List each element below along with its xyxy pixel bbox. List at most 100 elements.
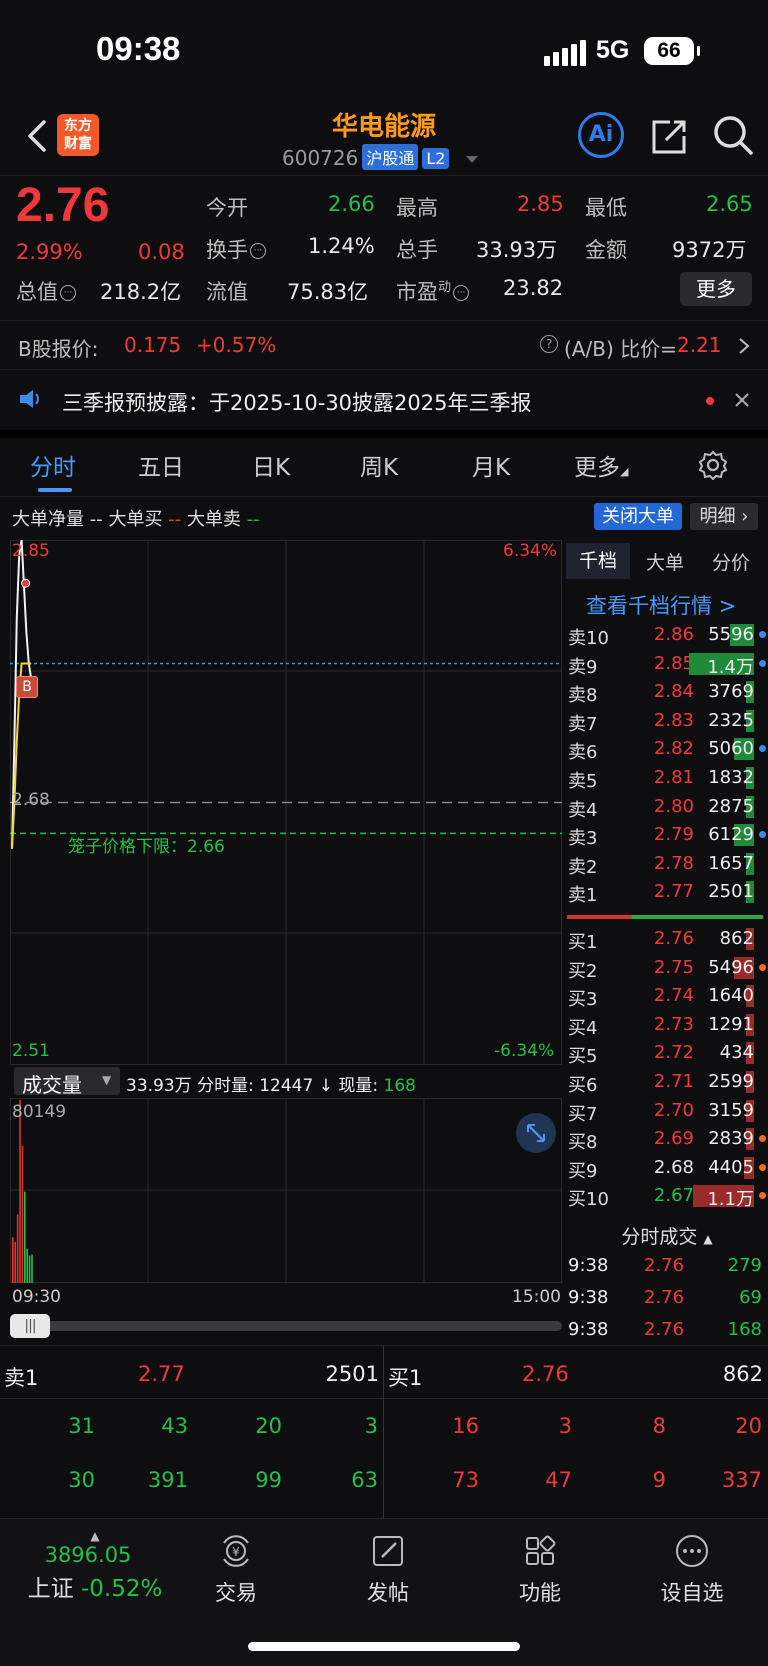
dropdown-caret-icon[interactable] bbox=[465, 156, 478, 163]
info-icon[interactable]: ··· bbox=[60, 285, 76, 301]
pe-label[interactable]: 市盈动 ··· bbox=[396, 276, 470, 306]
intraday-price-chart[interactable] bbox=[10, 540, 562, 1065]
stock-code-line[interactable]: 600726 沪股通 L2 bbox=[282, 144, 478, 170]
buy-point-marker[interactable]: B bbox=[16, 676, 38, 698]
caret-up-icon: ▲ bbox=[703, 1232, 713, 1246]
more-button[interactable]: 更多 bbox=[680, 272, 752, 306]
level-label: 买5 bbox=[568, 1046, 598, 1068]
change-pct: 2.99% bbox=[16, 240, 83, 264]
bid-level-10[interactable]: 买10 2.67 1.1万 bbox=[566, 1183, 768, 1211]
bid-level-6[interactable]: 买6 2.71 2599 bbox=[566, 1069, 768, 1097]
minute-vol-label: 分时量: bbox=[197, 1076, 254, 1096]
ask-level-6[interactable]: 卖5 2.81 1832 bbox=[566, 765, 768, 793]
level-volume: 434 bbox=[719, 1042, 754, 1064]
ask-level-3[interactable]: 卖8 2.84 3769 bbox=[566, 679, 768, 707]
ai-button[interactable]: Ai bbox=[578, 112, 624, 158]
level-volume: 5596 bbox=[708, 624, 754, 645]
nav-trade[interactable]: ¥ 交易 bbox=[186, 1531, 286, 1607]
level-label: 卖8 bbox=[568, 685, 598, 707]
queue-order-volume: 63 bbox=[351, 1468, 378, 1492]
nav-watchlist[interactable]: 设自选 bbox=[642, 1531, 742, 1607]
cage-lower-label: 笼子价格下限：2.66 bbox=[68, 837, 225, 857]
level-price: 2.71 bbox=[653, 1071, 694, 1092]
nav-post[interactable]: 发帖 bbox=[338, 1531, 438, 1607]
info-icon[interactable]: ··· bbox=[453, 285, 470, 301]
expand-icon[interactable] bbox=[516, 1113, 556, 1153]
ab-ratio-label: (A/B) 比价= bbox=[564, 337, 677, 361]
tab-daily-k[interactable]: 日K bbox=[252, 448, 290, 482]
level-label: 卖9 bbox=[568, 656, 598, 678]
b-share-price: 0.175 bbox=[124, 333, 182, 357]
ask-level-1[interactable]: 卖10 2.86 5596 bbox=[566, 622, 768, 650]
bid-level-5[interactable]: 买5 2.72 434 bbox=[566, 1040, 768, 1068]
tick-trades-header[interactable]: 分时成交 ▲ bbox=[566, 1222, 768, 1249]
b-share-bar[interactable]: B股报价: 0.175 +0.57% ? (A/B) 比价= 2.21 bbox=[0, 321, 768, 370]
queue-order-volume: 20 bbox=[735, 1414, 762, 1438]
close-icon[interactable] bbox=[734, 392, 750, 408]
notice-bar[interactable]: 三季报预披露：于2025-10-30披露2025年三季报 bbox=[0, 370, 768, 438]
bid1-price: 2.76 bbox=[522, 1362, 569, 1386]
tab-big-order[interactable]: 大单 bbox=[646, 548, 684, 575]
trade-point[interactable] bbox=[21, 578, 31, 588]
close-big-order-button[interactable]: 关闭大单 bbox=[594, 503, 682, 530]
ask-level-2[interactable]: 卖9 2.85 1.4万 bbox=[566, 651, 768, 679]
search-icon[interactable] bbox=[712, 114, 754, 156]
tab-price-dist[interactable]: 分价 bbox=[712, 548, 750, 575]
volume-chart[interactable] bbox=[10, 1098, 562, 1283]
timeline-scrollbar[interactable] bbox=[10, 1321, 562, 1331]
level-label: 卖4 bbox=[568, 799, 598, 821]
turnover-label[interactable]: 换手 ··· bbox=[206, 234, 266, 264]
bid-level-9[interactable]: 买9 2.68 4405 bbox=[566, 1155, 768, 1183]
settings-gear-icon[interactable] bbox=[698, 450, 728, 480]
level-tag: L2 bbox=[422, 148, 450, 169]
bid-level-8[interactable]: 买8 2.69 2839 bbox=[566, 1126, 768, 1154]
tick-time: 9:38 bbox=[568, 1255, 609, 1276]
ask-level-7[interactable]: 卖4 2.80 2875 bbox=[566, 794, 768, 822]
hgt-tag: 沪股通 bbox=[362, 144, 419, 170]
detail-button[interactable]: 明细 › bbox=[690, 503, 758, 530]
level-price: 2.78 bbox=[653, 852, 694, 874]
index-widget[interactable]: ▲ 3896.05 上证 -0.52% bbox=[0, 1529, 190, 1603]
help-icon[interactable]: ? bbox=[540, 335, 558, 353]
legend-net-dash: -- bbox=[89, 509, 103, 530]
tab-weekly-k[interactable]: 周K bbox=[360, 448, 398, 482]
tab-more-label: 更多 bbox=[574, 455, 620, 481]
tab-monthly-k[interactable]: 月K bbox=[472, 448, 510, 482]
share-icon[interactable] bbox=[650, 116, 688, 156]
mkt-cap-label[interactable]: 总值 ··· bbox=[16, 276, 76, 306]
level-price: 2.68 bbox=[653, 1156, 694, 1178]
tick-volume: 279 bbox=[727, 1255, 762, 1276]
corner-caret-icon: ◢ bbox=[620, 465, 629, 478]
nav-post-label: 发帖 bbox=[367, 1581, 409, 1605]
volume-selector[interactable]: 成交量 ▼ bbox=[14, 1067, 120, 1097]
legend-buy: 大单买 bbox=[108, 509, 163, 530]
ask-level-4[interactable]: 卖7 2.83 2325 bbox=[566, 708, 768, 736]
depth-quote-link[interactable]: 查看千档行情 > bbox=[586, 590, 736, 620]
scroll-handle[interactable]: ||| bbox=[10, 1314, 50, 1338]
down-arrow-icon: ↓ bbox=[318, 1076, 333, 1096]
level-label: 卖6 bbox=[568, 742, 598, 764]
info-icon[interactable]: ··· bbox=[250, 243, 266, 259]
more-dots-icon bbox=[676, 1535, 708, 1567]
ask-level-10[interactable]: 卖1 2.77 2501 bbox=[566, 879, 768, 907]
tab-more[interactable]: 更多◢ bbox=[574, 448, 628, 482]
bid-level-7[interactable]: 买7 2.70 3159 bbox=[566, 1098, 768, 1126]
tab-depth[interactable]: 千档 bbox=[566, 543, 630, 579]
queue-order-volume: 47 bbox=[545, 1468, 572, 1492]
tab-intraday[interactable]: 分时 bbox=[30, 448, 76, 482]
ask-level-8[interactable]: 卖3 2.79 6129 bbox=[566, 822, 768, 850]
order-dot-icon bbox=[759, 659, 766, 667]
bid-level-1[interactable]: 买1 2.76 862 bbox=[566, 926, 768, 954]
total-vol-label: 总手 bbox=[396, 238, 438, 262]
ask-level-5[interactable]: 卖6 2.82 5060 bbox=[566, 736, 768, 764]
bid-level-4[interactable]: 买4 2.73 1291 bbox=[566, 1012, 768, 1040]
bid-level-3[interactable]: 买3 2.74 1640 bbox=[566, 983, 768, 1011]
nav-functions[interactable]: 功能 bbox=[490, 1531, 590, 1607]
y-axis-top-price: 2.85 bbox=[12, 541, 50, 561]
bid-level-2[interactable]: 买2 2.75 5496 bbox=[566, 955, 768, 983]
bid-summary: 买1 2.76 862 16 3 8 20 73 47 9 337 bbox=[384, 1346, 768, 1518]
ask-level-9[interactable]: 卖2 2.78 1657 bbox=[566, 851, 768, 879]
level-price: 2.85 bbox=[653, 652, 694, 674]
home-indicator bbox=[248, 1642, 520, 1651]
tab-five-day[interactable]: 五日 bbox=[138, 448, 184, 482]
